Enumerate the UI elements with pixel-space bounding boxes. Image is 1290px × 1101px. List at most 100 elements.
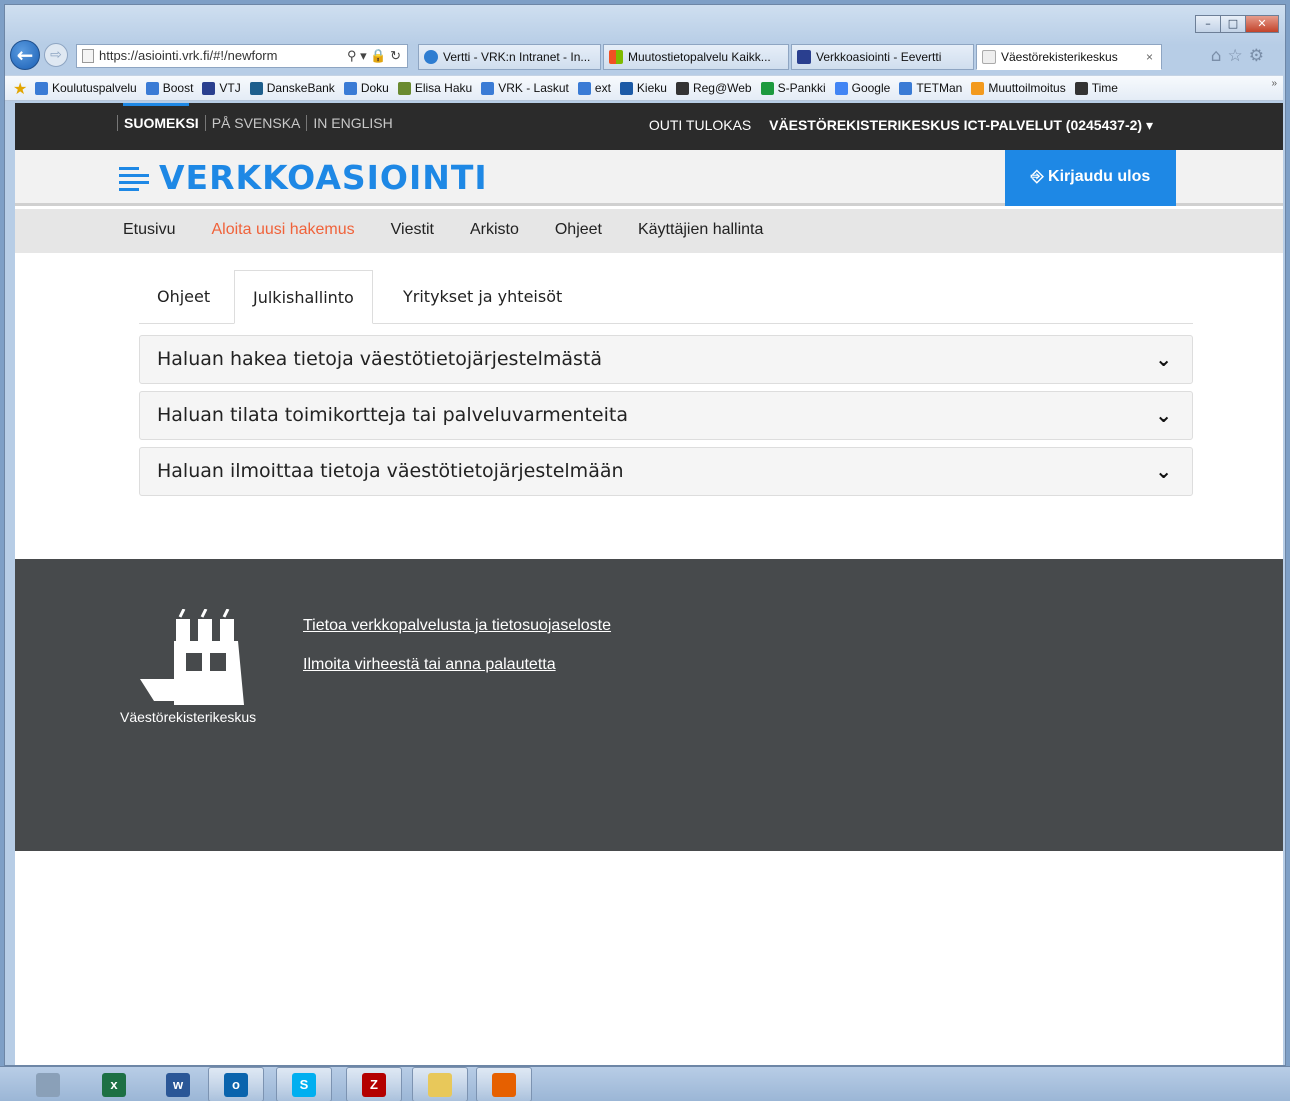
excel-icon: x	[102, 1072, 126, 1097]
lang-sv[interactable]: PÅ SVENSKA	[204, 115, 307, 131]
calculator-icon	[36, 1072, 60, 1097]
browser-tab[interactable]: Vertti - VRK:n Intranet - In...	[418, 44, 601, 70]
favorite-label: Muuttoilmoitus	[988, 81, 1066, 95]
taskbar-app-filezilla[interactable]: Z	[346, 1067, 402, 1101]
windows-logo-icon	[609, 50, 623, 64]
favorite-label: Reg@Web	[692, 81, 752, 95]
favorites-list: Koulutuspalvelu Boost VTJ DanskeBank Doku Eli…	[35, 81, 1127, 95]
ie-icon	[424, 50, 438, 64]
minimize-button[interactable]: –	[1195, 15, 1221, 33]
favorite-label: Doku	[360, 81, 389, 95]
tab-yritykset[interactable]: Yritykset ja yhteisöt	[385, 270, 580, 324]
favorite-item[interactable]: S-Pankki	[760, 81, 826, 95]
favorite-item[interactable]: Boost	[145, 81, 194, 95]
ie-page-icon	[145, 81, 159, 95]
accordion-item[interactable]: Haluan ilmoittaa tietoja väestötietojärj…	[139, 447, 1193, 496]
privacy-link[interactable]: Tietoa verkkopalvelusta ja tietosuojasel…	[303, 617, 611, 635]
outlook-icon: o	[224, 1072, 248, 1097]
favorite-label: VTJ	[219, 81, 241, 95]
favorite-item[interactable]: Muuttoilmoitus	[971, 81, 1066, 95]
regweb-icon	[675, 81, 689, 95]
favorite-item[interactable]: Google	[834, 81, 890, 95]
back-button[interactable]: ←	[10, 40, 40, 70]
favorite-item[interactable]: Kieku	[619, 81, 667, 95]
tab-ohjeet[interactable]: Ohjeet	[139, 270, 228, 324]
close-window-button[interactable]: ✕	[1245, 15, 1279, 33]
close-tab-icon[interactable]: ×	[1146, 45, 1153, 69]
favorite-label: Time	[1091, 81, 1118, 95]
logout-label: Kirjaudu ulos	[1048, 168, 1151, 185]
nav-item-etusivu[interactable]: Etusivu	[123, 221, 175, 239]
ie-page-icon	[577, 81, 591, 95]
time-icon	[1074, 81, 1088, 95]
user-info[interactable]: OUTI TULOKAS VÄESTÖREKISTERIKESKUS ICT-P…	[649, 117, 1153, 134]
explorer-icon	[428, 1072, 452, 1097]
window-controls: – □ ✕	[1195, 15, 1279, 33]
chevron-down-icon: ⌄	[1155, 403, 1172, 427]
favorite-label: ext	[594, 81, 611, 95]
lang-fi[interactable]: SUOMEKSI	[117, 115, 205, 131]
home-favorites-settings-icons[interactable]: ⌂☆⚙	[1211, 46, 1270, 66]
favorite-item[interactable]: ext	[577, 81, 611, 95]
favorite-item[interactable]: Reg@Web	[675, 81, 752, 95]
favorite-item[interactable]: TETMan	[899, 81, 962, 95]
spankki-icon	[760, 81, 774, 95]
logout-button[interactable]: ⎆ Kirjaudu ulos	[1005, 150, 1176, 206]
feedback-link[interactable]: Ilmoita virheestä tai anna palautetta	[303, 656, 611, 674]
taskbar-app-word[interactable]: w	[150, 1067, 206, 1101]
logo-text: VERKKOASIOINTI	[159, 158, 488, 197]
favorite-item[interactable]: VTJ	[202, 81, 241, 95]
favorite-item[interactable]: VRK - Laskut	[481, 81, 569, 95]
taskbar-app-outlook[interactable]: o	[208, 1067, 264, 1101]
browser-tab-active[interactable]: Väestörekisterikeskus ×	[976, 44, 1162, 70]
logo-lines-icon	[119, 163, 155, 193]
danske-icon	[249, 81, 263, 95]
browser-tab[interactable]: Verkkoasiointi - Eevertti	[791, 44, 974, 70]
taskbar-app-firefox[interactable]	[476, 1067, 532, 1101]
address-actions-icons[interactable]: ⚲ ▾ 🔒 ↻	[347, 45, 401, 67]
nav-item-instructions[interactable]: Ohjeet	[555, 221, 602, 239]
skype-icon: S	[292, 1072, 316, 1097]
taskbar-app-calculator[interactable]	[20, 1067, 76, 1101]
nav-item-messages[interactable]: Viestit	[391, 221, 434, 239]
favorite-label: Boost	[162, 81, 194, 95]
firefox-icon	[492, 1072, 516, 1097]
site-logo[interactable]: VERKKOASIOINTI	[119, 158, 488, 197]
word-icon: w	[166, 1072, 190, 1097]
logout-icon: ⎆	[1030, 168, 1044, 185]
browser-toolbar: ← ⇨ https://asiointi.vrk.fi/#!/newform ⚲…	[6, 38, 1276, 74]
page-viewport: SUOMEKSI PÅ SVENSKA IN ENGLISH OUTI TULO…	[15, 103, 1283, 1065]
nav-item-archive[interactable]: Arkisto	[470, 221, 519, 239]
chevron-down-icon: ⌄	[1155, 347, 1172, 371]
maximize-button[interactable]: □	[1220, 15, 1246, 33]
accordion-item[interactable]: Haluan tilata toimikortteja tai palveluv…	[139, 391, 1193, 440]
favorite-item[interactable]: DanskeBank	[249, 81, 335, 95]
nav-item-user-management[interactable]: Käyttäjien hallinta	[638, 221, 763, 239]
taskbar-app-explorer[interactable]	[412, 1067, 468, 1101]
address-bar[interactable]: https://asiointi.vrk.fi/#!/newform ⚲ ▾ 🔒…	[76, 44, 408, 68]
active-language-indicator	[123, 103, 189, 106]
google-icon	[834, 81, 848, 95]
accordion-title: Haluan ilmoittaa tietoja väestötietojärj…	[157, 460, 624, 482]
chevron-down-icon: ⌄	[1155, 459, 1172, 483]
favorite-item[interactable]: Doku	[343, 81, 389, 95]
site-header: VERKKOASIOINTI ⎆ Kirjaudu ulos	[15, 150, 1283, 206]
favorite-label: DanskeBank	[266, 81, 335, 95]
ie-page-icon	[35, 81, 48, 95]
accordion-item[interactable]: Haluan hakea tietoja väestötietojärjeste…	[139, 335, 1193, 384]
favorite-item[interactable]: Elisa Haku	[397, 81, 472, 95]
taskbar-app-excel[interactable]: x	[86, 1067, 142, 1101]
top-bar: SUOMEKSI PÅ SVENSKA IN ENGLISH OUTI TULO…	[15, 103, 1283, 150]
footer-links: Tietoa verkkopalvelusta ja tietosuojasel…	[303, 617, 611, 695]
tab-julkishallinto[interactable]: Julkishallinto	[234, 270, 373, 324]
lang-en[interactable]: IN ENGLISH	[306, 115, 398, 131]
favorites-star-icon[interactable]: ★	[13, 79, 27, 99]
forward-button[interactable]: ⇨	[44, 43, 68, 67]
taskbar-app-skype[interactable]: S	[276, 1067, 332, 1101]
favorites-more-icon[interactable]: »	[1271, 78, 1277, 89]
nav-item-new-application[interactable]: Aloita uusi hakemus	[211, 221, 354, 239]
browser-tab[interactable]: Muutostietopalvelu Kaikk...	[603, 44, 789, 70]
favorite-item[interactable]: Koulutuspalvelu	[35, 81, 137, 95]
favorite-item[interactable]: Time	[1074, 81, 1118, 95]
vrk-icon	[797, 50, 811, 64]
